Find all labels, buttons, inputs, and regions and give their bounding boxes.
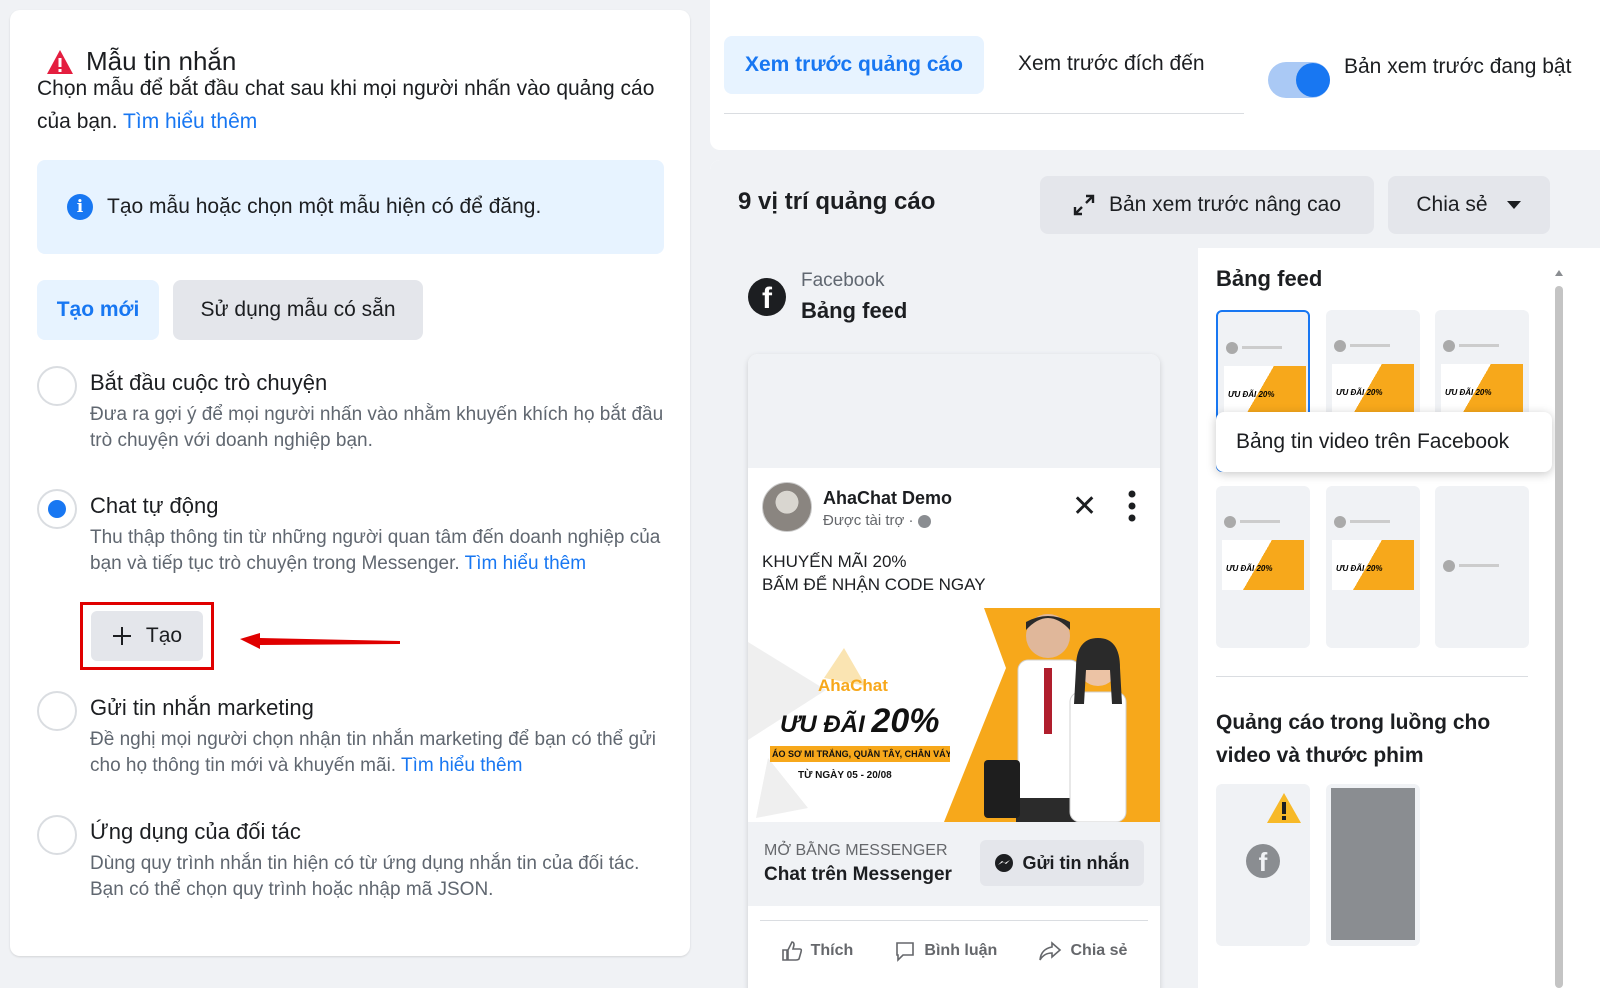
send-message-button[interactable]: Gửi tin nhắn — [980, 840, 1144, 886]
panel-description: Chọn mẫu để bắt đầu chat sau khi mọi ngư… — [37, 77, 655, 133]
ad-brand: AhaChat — [818, 676, 888, 695]
preview-tabs-bar: Xem trước quảng cáo Xem trước đích đến B… — [710, 0, 1600, 150]
tab-create-new[interactable]: Tạo mới — [37, 280, 159, 340]
ad-creative-image: AhaChat ƯU ĐÃI 20% ÁO SƠ MI TRẮNG, QUẦN … — [748, 608, 1160, 822]
page-name: AhaChat Demo — [823, 488, 953, 508]
tab-destination-preview[interactable]: Xem trước đích đến — [1018, 52, 1205, 76]
auto-chat-learn-more-link[interactable]: Tìm hiểu thêm — [465, 553, 586, 574]
preview-placement: Bảng feed — [801, 298, 908, 323]
scrollbar-thumb[interactable] — [1555, 286, 1563, 988]
messenger-icon — [995, 854, 1014, 872]
create-button[interactable]: Tạo — [91, 611, 203, 661]
facebook-logo-icon: f — [1246, 844, 1280, 878]
ad-subtitle: ÁO SƠ MI TRẮNG, QUẦN TÂY, CHÂN VÁY — [770, 746, 950, 762]
comment-icon — [896, 941, 915, 962]
info-banner: i Tạo mẫu hoặc chọn một mẫu hiện có để đ… — [37, 160, 664, 254]
share-dropdown-button[interactable]: Chia sẻ — [1388, 176, 1550, 234]
preview-platform: Facebook — [801, 270, 885, 291]
feed-preview-area: f Facebook Bảng feed AhaChat Demo Được t… — [710, 248, 1198, 988]
placement-thumb-instream-1[interactable]: f — [1216, 784, 1310, 946]
preview-toggle[interactable] — [1268, 62, 1330, 98]
scroll-up-icon[interactable] — [1554, 268, 1564, 278]
placement-thumb-4[interactable] — [1216, 486, 1310, 648]
page-avatar — [762, 482, 812, 532]
placement-thumb-instream-2[interactable] — [1326, 784, 1420, 946]
sidebar-title-feed: Bảng feed — [1216, 266, 1323, 291]
sidebar-scrollbar[interactable] — [1554, 268, 1564, 988]
share-icon — [1039, 940, 1062, 960]
caret-down-icon — [1506, 201, 1521, 209]
cta-title: Chat trên Messenger — [764, 864, 952, 885]
comment-action[interactable]: Bình luận — [894, 940, 997, 962]
share-action[interactable]: Chia sẻ — [1038, 940, 1127, 962]
plus-icon — [112, 627, 131, 645]
cta-bar: MỞ BẰNG MESSENGER Chat trên Messenger Gử… — [748, 822, 1160, 906]
tab-use-existing[interactable]: Sử dụng mẫu có sẵn — [173, 280, 423, 340]
expand-icon — [1073, 194, 1095, 216]
placement-tooltip: Bảng tin video trên Facebook — [1216, 412, 1552, 472]
phone-top-area — [748, 354, 1160, 468]
radio-auto-chat[interactable] — [37, 489, 77, 529]
preview-header: 9 vị trí quảng cáo Bản xem trước nâng ca… — [710, 160, 1600, 248]
info-icon: i — [67, 194, 93, 220]
tabs-divider — [724, 113, 1244, 114]
more-options-icon[interactable] — [1128, 490, 1136, 522]
feed-post-preview: AhaChat Demo Được tài trợ · ✕ KHUYẾN MÃI… — [748, 354, 1160, 988]
radio-start-conversation[interactable] — [37, 366, 77, 406]
ad-headline: ƯU ĐÃI 20% — [780, 702, 940, 740]
thumbs-up-icon — [781, 940, 802, 961]
message-template-panel: Mẫu tin nhắn Chọn mẫu để bắt đầu chat sa… — [10, 10, 690, 956]
radio-marketing-messages[interactable] — [37, 691, 77, 731]
radio-partner-app[interactable] — [37, 815, 77, 855]
placements-sidebar: Bảng feed Bảng tin video trên Facebook Q… — [1198, 248, 1600, 988]
placement-thumb-5[interactable] — [1326, 486, 1420, 648]
sponsored-label: Được tài trợ · — [823, 512, 931, 529]
warning-icon — [1267, 793, 1301, 823]
placement-thumb-6[interactable] — [1435, 486, 1529, 648]
facebook-logo-icon: f — [748, 278, 786, 316]
post-text: KHUYẾN MÃI 20% BẤM ĐỂ NHẬN CODE NGAY — [762, 552, 986, 594]
video-thumbnail — [1331, 788, 1415, 940]
cta-caption: MỞ BẰNG MESSENGER — [764, 842, 948, 859]
ad-date: TỪ NGÀY 05 - 20/08 — [798, 770, 892, 781]
sidebar-divider — [1216, 676, 1528, 677]
post-actions: Thích Bình luận Chia sẻ — [760, 920, 1148, 980]
globe-icon — [917, 514, 931, 528]
placements-count: 9 vị trí quảng cáo — [738, 188, 936, 215]
preview-toggle-label: Bản xem trước đang bật — [1344, 55, 1572, 78]
marketing-learn-more-link[interactable]: Tìm hiểu thêm — [401, 755, 522, 776]
ad-preview-panel: 9 vị trí quảng cáo Bản xem trước nâng ca… — [710, 160, 1600, 988]
close-icon[interactable]: ✕ — [1072, 492, 1097, 522]
tab-ad-preview[interactable]: Xem trước quảng cáo — [724, 36, 984, 94]
red-arrow-annotation — [240, 633, 400, 649]
warning-icon — [47, 49, 73, 74]
create-highlight-box: Tạo — [80, 602, 214, 670]
advanced-preview-button[interactable]: Bản xem trước nâng cao — [1040, 176, 1374, 234]
learn-more-link[interactable]: Tìm hiểu thêm — [123, 110, 257, 133]
sidebar-title-instream: Quảng cáo trong luồng cho video và thước… — [1216, 711, 1491, 767]
like-action[interactable]: Thích — [781, 940, 853, 962]
